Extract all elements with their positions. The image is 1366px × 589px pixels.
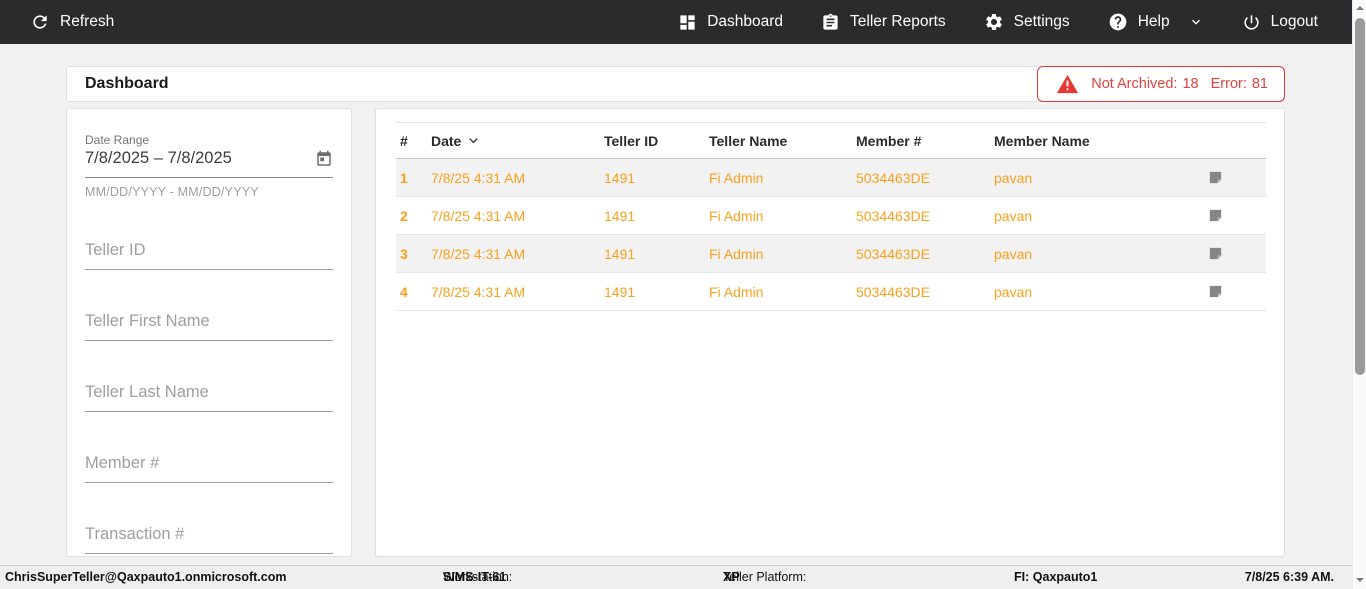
dashboard-grid-icon: [678, 13, 697, 32]
date-range-picker[interactable]: 7/8/2025 – 7/8/2025: [85, 147, 333, 178]
teller-first-name-input[interactable]: [85, 308, 333, 341]
nav-settings[interactable]: Settings: [984, 12, 1070, 32]
error-count: Error: 81: [1210, 76, 1268, 92]
teller-last-name-input[interactable]: [85, 379, 333, 412]
table-row[interactable]: 4 7/8/25 4:31 AM 1491 Fi Admin 5034463DE…: [396, 273, 1266, 311]
refresh-button[interactable]: Refresh: [30, 12, 114, 32]
filter-sidebar: Date Range 7/8/2025 – 7/8/2025 MM/DD/YYY…: [66, 108, 352, 557]
power-icon: [1242, 13, 1261, 32]
status-bar: ChrisSuperTeller@Qaxpauto1.onmicrosoft.c…: [0, 565, 1366, 589]
table-header-row: # Date Teller ID Teller Name Member # Me…: [396, 122, 1266, 159]
nav-help-label: Help: [1137, 13, 1170, 30]
status-datetime: 7/8/25 6:39 AM.: [1244, 570, 1334, 584]
not-archived-count: Not Archived: 18: [1091, 76, 1199, 92]
vertical-scrollbar[interactable]: [1352, 0, 1366, 589]
calendar-icon[interactable]: [315, 150, 333, 168]
gear-icon: [984, 12, 1004, 32]
teller-platform-info: Teller Platform: XP: [723, 570, 807, 584]
page-title: Dashboard: [85, 75, 169, 92]
note-icon[interactable]: [1205, 283, 1266, 300]
transactions-table-panel: # Date Teller ID Teller Name Member # Me…: [375, 108, 1285, 557]
col-header-member-num: Member #: [856, 132, 922, 149]
member-number-input[interactable]: [85, 450, 333, 483]
col-header-teller-name: Teller Name: [709, 132, 788, 149]
table-row[interactable]: 1 7/8/25 4:31 AM 1491 Fi Admin 5034463DE…: [396, 159, 1266, 197]
chevron-down-icon: [1188, 14, 1204, 30]
transaction-number-input[interactable]: [85, 521, 333, 554]
note-icon[interactable]: [1205, 169, 1266, 186]
sort-descending-icon: [465, 132, 482, 149]
scroll-down-arrow-icon[interactable]: [1353, 573, 1366, 587]
scroll-up-arrow-icon[interactable]: [1353, 1, 1366, 15]
nav-dashboard-label: Dashboard: [707, 13, 784, 30]
refresh-label: Refresh: [60, 13, 115, 30]
nav-logout[interactable]: Logout: [1242, 13, 1318, 32]
help-icon: [1108, 12, 1128, 32]
refresh-icon: [30, 12, 50, 32]
workstation-info: Workstation: SIMS-IT-61: [443, 570, 513, 584]
nav-help[interactable]: Help: [1108, 12, 1204, 32]
col-header-member-name: Member Name: [994, 132, 1090, 149]
page-header-bar: Dashboard Not Archived: 18 Error: 81: [66, 66, 1285, 102]
note-icon[interactable]: [1205, 245, 1266, 262]
nav-settings-label: Settings: [1013, 13, 1070, 30]
note-icon[interactable]: [1205, 207, 1266, 224]
warning-triangle-icon: [1056, 73, 1079, 96]
nav-logout-label: Logout: [1270, 13, 1318, 30]
top-nav-right-group: Dashboard Teller Reports Settings Help L…: [678, 12, 1318, 32]
teller-id-input[interactable]: [85, 237, 333, 270]
fi-info: FI: Qaxpauto1: [1014, 570, 1098, 584]
scrollbar-thumb[interactable]: [1355, 18, 1365, 375]
col-header-num: #: [400, 132, 408, 149]
logged-in-user: ChrisSuperTeller@Qaxpauto1.onmicrosoft.c…: [5, 570, 287, 584]
nav-teller-reports-label: Teller Reports: [850, 13, 946, 30]
clipboard-icon: [821, 13, 840, 32]
col-header-teller-id: Teller ID: [604, 132, 659, 149]
archive-error-alert-badge[interactable]: Not Archived: 18 Error: 81: [1037, 66, 1285, 102]
date-format-hint: MM/DD/YYYY - MM/DD/YYYY: [85, 185, 259, 199]
date-range-value: 7/8/2025 – 7/8/2025: [85, 149, 232, 167]
table-row[interactable]: 3 7/8/25 4:31 AM 1491 Fi Admin 5034463DE…: [396, 235, 1266, 273]
col-header-date[interactable]: Date: [427, 132, 600, 149]
nav-teller-reports[interactable]: Teller Reports: [821, 13, 946, 32]
nav-dashboard[interactable]: Dashboard: [678, 13, 783, 32]
table-row[interactable]: 2 7/8/25 4:31 AM 1491 Fi Admin 5034463DE…: [396, 197, 1266, 235]
date-range-label: Date Range: [85, 133, 150, 147]
top-navigation-bar: Refresh Dashboard Teller Reports Setting…: [0, 0, 1352, 44]
